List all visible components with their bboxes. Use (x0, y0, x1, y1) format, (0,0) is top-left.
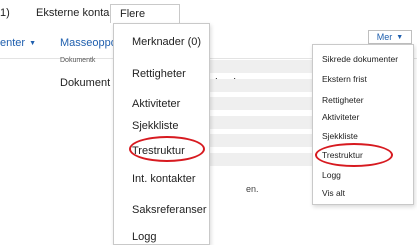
form-field[interactable] (208, 97, 328, 110)
caret-down-icon: ▼ (29, 40, 37, 47)
menu-item-aktiviteter[interactable]: Aktiviteter (132, 98, 180, 110)
mer-item-vis-alt[interactable]: Vis alt (322, 188, 345, 198)
note-text: en. (246, 184, 259, 194)
menu-item-logg[interactable]: Logg (132, 231, 156, 243)
highlight-circle (129, 136, 205, 162)
more-tabs-dropdown: Merknader (0) Rettigheter Aktiviteter Sj… (113, 23, 210, 245)
mer-item-sjekkliste[interactable]: Sjekkliste (322, 131, 358, 141)
mer-item-logg[interactable]: Logg (322, 170, 341, 180)
form-field[interactable] (208, 60, 328, 73)
more-menu: Sikrede dokumenter Ekstern frist Rettigh… (312, 44, 414, 205)
highlight-circle (315, 143, 393, 167)
menu-item-rettigheter[interactable]: Rettigheter (132, 68, 186, 80)
menu-item-int-kontakter[interactable]: Int. kontakter (132, 173, 196, 185)
tab-partial[interactable]: 1) (0, 7, 10, 19)
menu-item-saksreferanser[interactable]: Saksreferanser (132, 204, 207, 216)
caret-down-icon: ▼ (396, 34, 404, 41)
form-field[interactable] (208, 116, 328, 129)
mer-item-sikrede-dokumenter[interactable]: Sikrede dokumenter (322, 54, 398, 64)
mer-item-aktiviteter[interactable]: Aktiviteter (322, 112, 359, 122)
mer-item-ekstern-frist[interactable]: Ekstern frist (322, 74, 367, 84)
menu-item-sjekkliste[interactable]: Sjekkliste (132, 120, 178, 132)
toolbar-menu-partial-label: enter (0, 37, 26, 49)
menu-item-merknader[interactable]: Merknader (0) (132, 36, 201, 48)
form-field[interactable] (208, 153, 328, 166)
more-button-label: Mer (376, 32, 393, 42)
form-field[interactable] (208, 134, 328, 147)
document-label: Dokument (60, 77, 111, 89)
mer-item-rettigheter[interactable]: Rettigheter (322, 95, 364, 105)
tab-more-tabs[interactable]: Flere faner▼ (110, 4, 180, 39)
toolbar-menu-partial[interactable]: enter ▼ (0, 37, 36, 49)
more-button[interactable]: Mer ▼ (368, 30, 412, 44)
document-category-label: Dokumentk (60, 57, 96, 64)
form-field[interactable] (208, 79, 328, 92)
